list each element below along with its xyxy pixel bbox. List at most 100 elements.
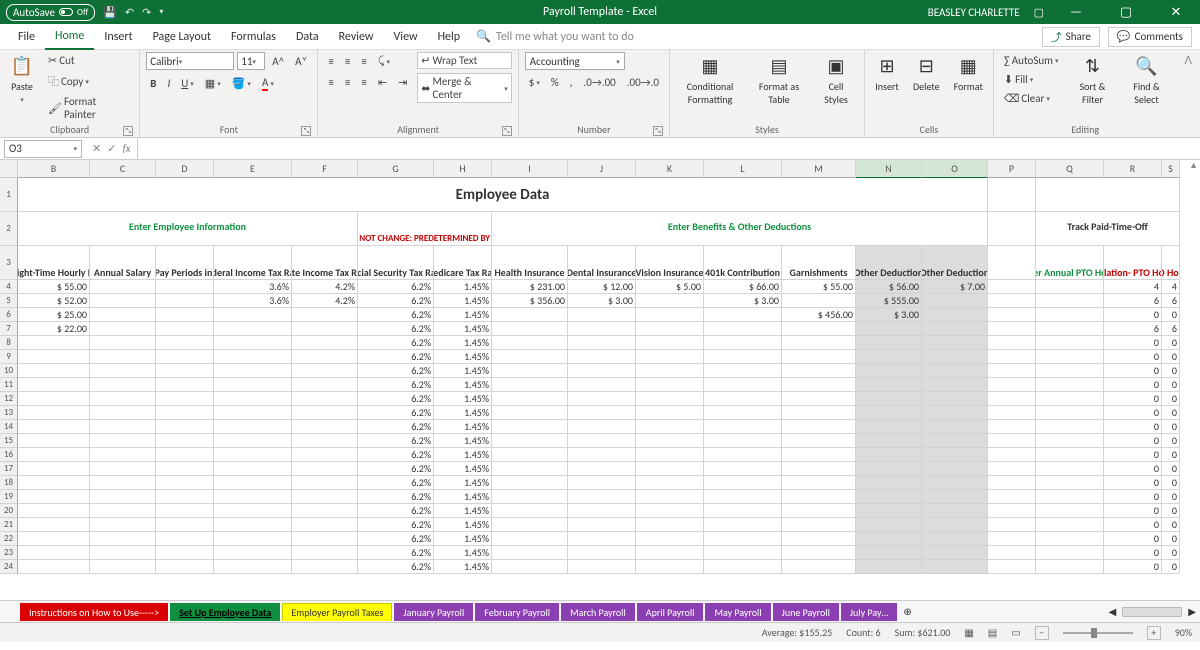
data-cell[interactable] [492,392,568,406]
data-cell[interactable] [782,546,856,560]
data-cell[interactable] [922,560,988,574]
data-cell[interactable]: 1.45% [434,504,492,518]
data-cell[interactable] [292,462,358,476]
data-cell[interactable] [568,392,636,406]
view-pagebreak-icon[interactable]: ▭ [1011,626,1020,639]
data-cell[interactable] [156,294,214,308]
row-header-15[interactable]: 15 [0,434,18,448]
cancel-formula-icon[interactable]: ✕ [92,142,101,155]
maximize-button[interactable]: ▢ [1108,5,1144,20]
header-cell[interactable]: Auto Calculation- PTO Hours Taken: [1104,246,1162,280]
data-cell[interactable] [1036,434,1104,448]
data-cell[interactable]: 6.2% [358,434,434,448]
dialog-launcher-icon[interactable]: ⤡ [653,126,663,136]
col-header-C[interactable]: C [90,160,156,178]
data-cell[interactable] [856,476,922,490]
data-cell[interactable] [90,336,156,350]
close-button[interactable]: ✕ [1158,5,1194,20]
data-cell[interactable] [704,476,782,490]
data-cell[interactable] [18,420,90,434]
data-cell[interactable]: $ 66.00 [704,280,782,294]
comments-button[interactable]: 💬Comments [1108,27,1192,47]
data-cell[interactable] [18,476,90,490]
data-cell[interactable] [988,350,1036,364]
data-cell[interactable] [922,406,988,420]
data-cell[interactable]: 0 [1162,406,1180,420]
data-cell[interactable]: 3.6% [214,280,292,294]
view-layout-icon[interactable]: ▤ [988,626,997,639]
header-cell[interactable]: Vision Insurance [636,246,704,280]
data-cell[interactable] [922,518,988,532]
data-cell[interactable] [856,322,922,336]
data-cell[interactable] [90,392,156,406]
data-cell[interactable]: 0 [1104,448,1162,462]
data-cell[interactable] [856,406,922,420]
data-cell[interactable] [156,462,214,476]
section-benefits[interactable]: Enter Benefits & Other Deductions [492,212,988,246]
col-header-D[interactable]: D [156,160,214,178]
row-header-24[interactable]: 24 [0,560,18,574]
data-cell[interactable]: $ 555.00 [856,294,922,308]
data-cell[interactable] [856,336,922,350]
data-cell[interactable]: 0 [1104,350,1162,364]
data-cell[interactable] [988,420,1036,434]
data-cell[interactable]: 6.2% [358,546,434,560]
data-cell[interactable] [1036,280,1104,294]
data-cell[interactable] [704,504,782,518]
sheet-tab-apr[interactable]: April Payroll [637,603,704,621]
data-cell[interactable] [292,308,358,322]
data-cell[interactable] [988,546,1036,560]
font-size-combo[interactable]: 11▾ [237,52,265,70]
data-cell[interactable] [856,490,922,504]
col-header-P[interactable]: P [988,160,1036,178]
percent-format-icon[interactable]: % [547,74,563,91]
data-cell[interactable] [568,322,636,336]
data-cell[interactable] [1036,420,1104,434]
data-cell[interactable] [292,448,358,462]
view-normal-icon[interactable]: ▦ [964,626,973,639]
data-cell[interactable] [922,532,988,546]
data-cell[interactable] [18,448,90,462]
col-header-F[interactable]: F [292,160,358,178]
data-cell[interactable] [704,532,782,546]
data-cell[interactable] [636,490,704,504]
data-cell[interactable]: 1.45% [434,560,492,574]
data-cell[interactable] [292,322,358,336]
data-cell[interactable] [492,336,568,350]
data-cell[interactable]: 0 [1104,560,1162,574]
data-cell[interactable] [988,532,1036,546]
data-cell[interactable] [1036,462,1104,476]
data-cell[interactable] [156,546,214,560]
fill-button[interactable]: ⬇Fill▾ [1000,71,1063,88]
data-cell[interactable] [492,448,568,462]
data-cell[interactable]: 0 [1104,336,1162,350]
data-cell[interactable]: 6 [1162,322,1180,336]
data-cell[interactable] [782,294,856,308]
header-cell[interactable]: Dental Insurance [568,246,636,280]
data-cell[interactable] [492,518,568,532]
data-cell[interactable] [782,434,856,448]
data-cell[interactable] [782,518,856,532]
data-cell[interactable]: 0 [1162,490,1180,504]
data-cell[interactable]: 1.45% [434,448,492,462]
data-cell[interactable]: $ 25.00 [18,308,90,322]
data-cell[interactable] [782,336,856,350]
data-cell[interactable] [922,462,988,476]
data-cell[interactable]: 4 [1104,280,1162,294]
data-cell[interactable] [922,490,988,504]
data-cell[interactable] [214,420,292,434]
data-cell[interactable] [782,560,856,574]
data-cell[interactable] [18,504,90,518]
data-cell[interactable] [492,546,568,560]
data-cell[interactable] [636,560,704,574]
data-cell[interactable] [156,280,214,294]
data-cell[interactable] [568,504,636,518]
data-cell[interactable] [492,434,568,448]
bold-button[interactable]: B [146,75,160,92]
data-cell[interactable] [922,420,988,434]
data-cell[interactable] [988,560,1036,574]
data-cell[interactable]: 0 [1162,462,1180,476]
data-cell[interactable] [782,378,856,392]
row-header-8[interactable]: 8 [0,336,18,350]
col-header-G[interactable]: G [358,160,434,178]
